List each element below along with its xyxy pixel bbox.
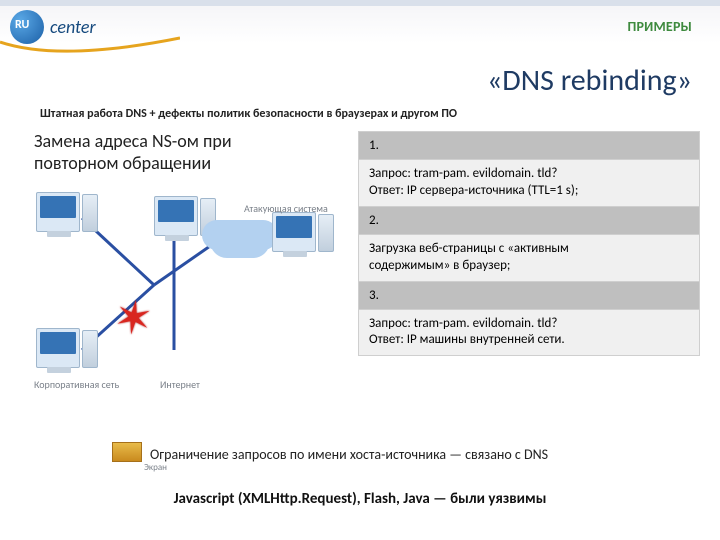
internet-pc-icon bbox=[154, 196, 198, 236]
label-internet: Интернет bbox=[160, 378, 200, 391]
table-row: 3. bbox=[359, 281, 700, 309]
logo-text: center bbox=[50, 16, 96, 38]
attacker-tower-icon bbox=[318, 214, 334, 252]
logo-swoosh-icon bbox=[0, 36, 180, 60]
corp-tower-bottom-icon bbox=[82, 330, 98, 368]
cloud-icon bbox=[210, 224, 270, 258]
firewall-icon bbox=[112, 442, 142, 462]
corp-tower-top-icon bbox=[82, 194, 98, 232]
table-row: 2. bbox=[359, 206, 700, 234]
corp-pc-top-icon bbox=[36, 192, 80, 232]
table-row: Запрос: tram-pam. evildomain. tld? Ответ… bbox=[359, 160, 700, 207]
label-corpnet: Корпоративная сеть bbox=[34, 378, 119, 391]
network-diagram: ✶ Корпоративная сеть Интернет Атакующая … bbox=[34, 180, 334, 390]
footer-note-1: Ограничение запросов по имени хоста-исто… bbox=[150, 446, 548, 463]
step-body: Запрос: tram-pam. evildomain. tld? Ответ… bbox=[359, 160, 700, 207]
left-heading: Замена адреса NS-ом при повторном обраще… bbox=[34, 131, 344, 174]
footer-note-2: Javascript (XMLHttp.Request), Flash, Jav… bbox=[0, 490, 720, 508]
step-body: Запрос: tram-pam. evildomain. tld? Ответ… bbox=[359, 309, 700, 356]
subtitle: Штатная работа DNS + дефекты политик без… bbox=[0, 107, 720, 125]
step-num: 1. bbox=[359, 132, 700, 160]
eyebrow: ПРИМЕРЫ bbox=[628, 18, 693, 35]
step-num: 2. bbox=[359, 206, 700, 234]
step-num: 3. bbox=[359, 281, 700, 309]
corp-pc-bottom-icon bbox=[36, 328, 80, 368]
table-row: Загрузка веб-страницы с «активным содерж… bbox=[359, 234, 700, 281]
label-screen: Экран bbox=[144, 462, 167, 473]
table-row: Запрос: tram-pam. evildomain. tld? Ответ… bbox=[359, 309, 700, 356]
label-attacker: Атакующая система bbox=[244, 202, 328, 215]
attacker-pc-icon bbox=[272, 212, 316, 252]
step-body: Загрузка веб-страницы с «активным содерж… bbox=[359, 234, 700, 281]
impact-star-icon: ✶ bbox=[111, 294, 156, 345]
table-row: 1. bbox=[359, 132, 700, 160]
steps-table: 1. Запрос: tram-pam. evildomain. tld? От… bbox=[358, 131, 700, 356]
